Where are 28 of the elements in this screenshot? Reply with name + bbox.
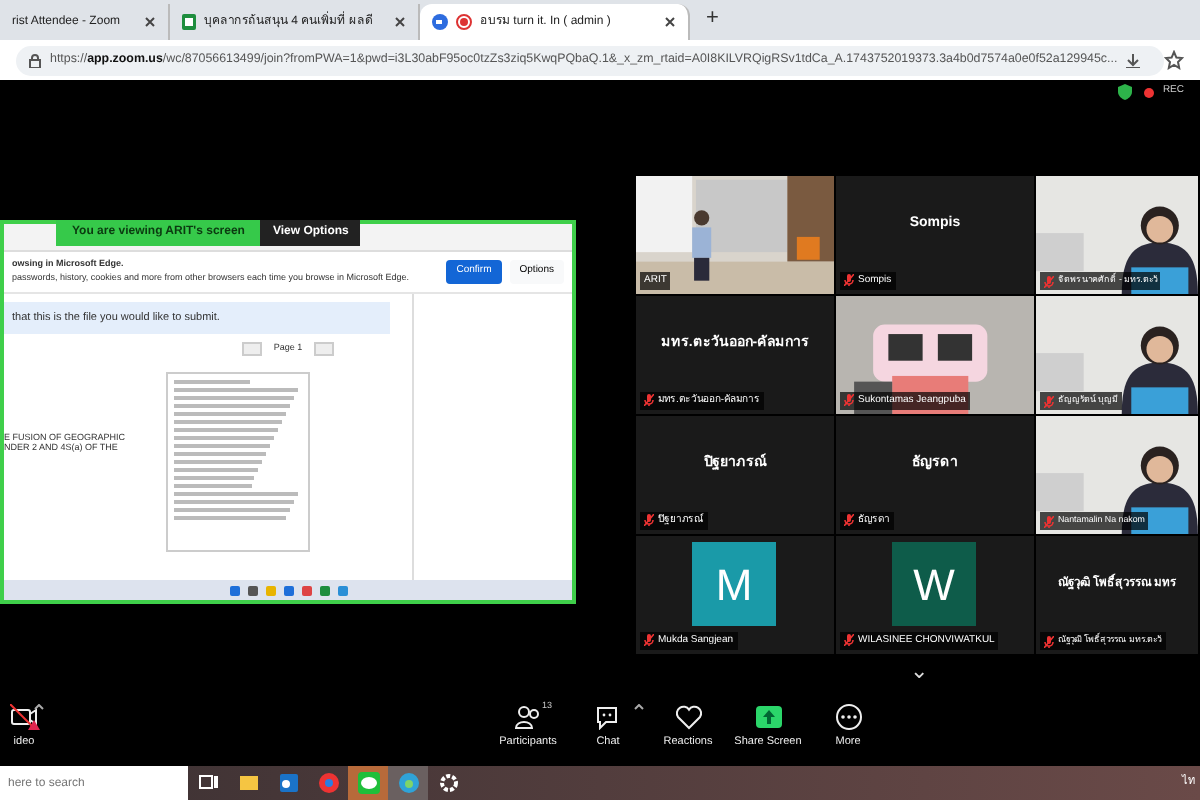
avatar: M [692, 542, 776, 626]
bookmark-star-icon[interactable] [1164, 50, 1184, 70]
site-info-icon[interactable] [28, 53, 42, 67]
video-off-icon [9, 704, 39, 731]
sheet-icon [182, 14, 196, 30]
scroll-down-button[interactable]: ⌄ [910, 662, 928, 684]
browser-icon[interactable] [317, 772, 339, 794]
caret-icon[interactable] [34, 704, 44, 711]
task-view-icon[interactable] [197, 772, 219, 794]
close-icon[interactable] [144, 16, 156, 28]
close-icon[interactable] [664, 16, 676, 28]
shield-icon [1118, 84, 1133, 100]
heart-icon [673, 704, 703, 731]
record-dot-icon [1144, 87, 1155, 97]
folder-icon[interactable] [237, 772, 259, 794]
caret-icon[interactable] [634, 704, 644, 711]
chat-app-icon[interactable] [357, 772, 379, 794]
avatar: W [892, 542, 976, 626]
gear-icon[interactable] [437, 772, 459, 794]
mail-icon[interactable] [277, 772, 299, 794]
more-icon [833, 704, 863, 731]
download-icon[interactable] [1125, 53, 1140, 67]
new-tab-button[interactable]: + [690, 1, 735, 40]
close-icon[interactable] [394, 16, 406, 28]
chat-icon [593, 704, 623, 731]
participants-icon [513, 704, 543, 731]
share-screen-icon [753, 704, 783, 731]
record-icon [456, 14, 472, 30]
